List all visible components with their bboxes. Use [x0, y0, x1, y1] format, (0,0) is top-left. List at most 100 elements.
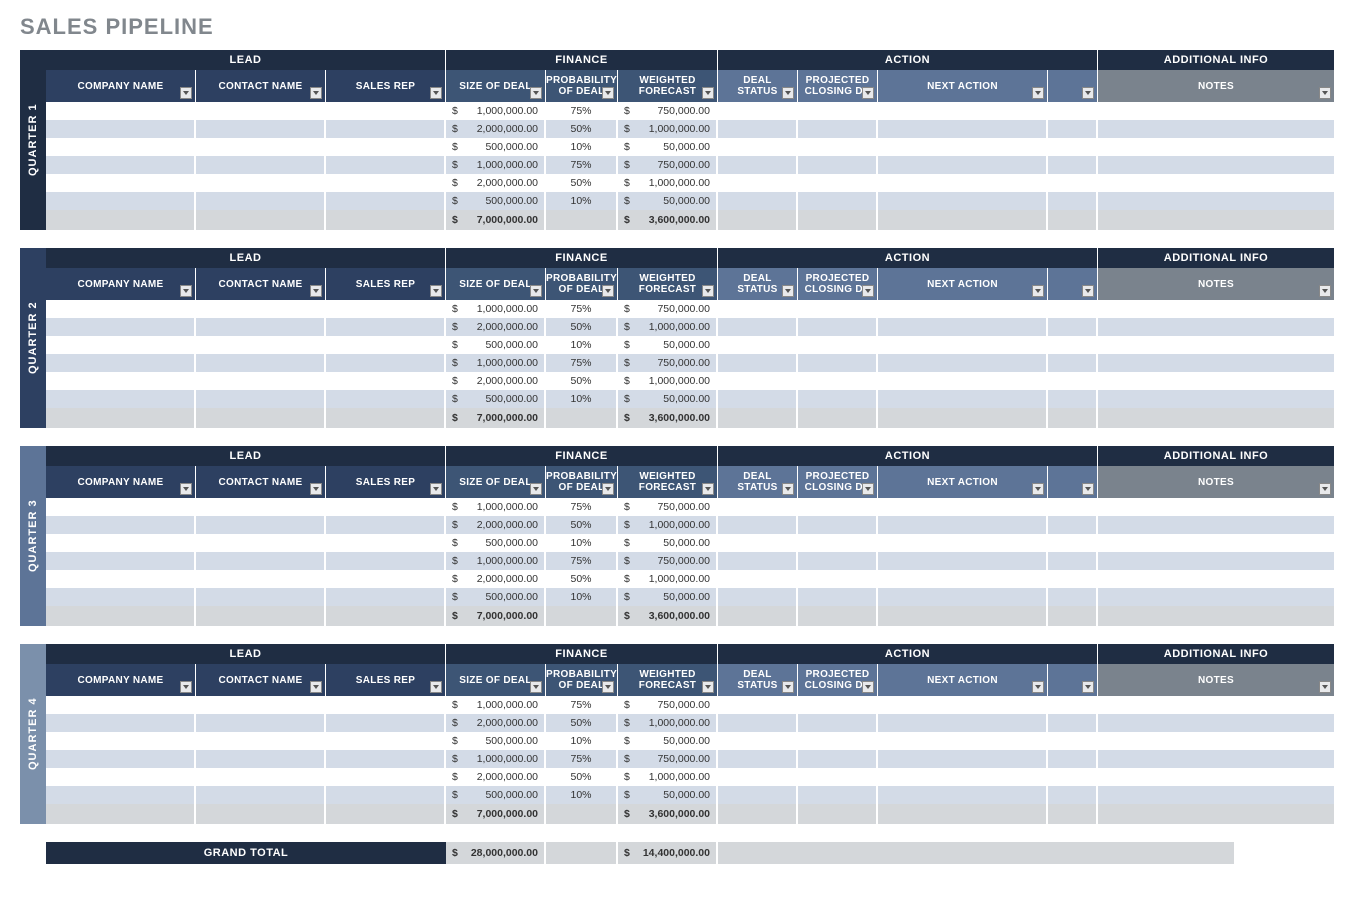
cell-size[interactable]: $500,000.00 — [446, 588, 546, 606]
cell-size[interactable]: $1,000,000.00 — [446, 552, 546, 570]
filter-dropdown-icon[interactable] — [1032, 285, 1044, 297]
filter-dropdown-icon[interactable] — [702, 87, 714, 99]
cell-prob[interactable]: 10% — [546, 732, 618, 750]
filter-dropdown-icon[interactable] — [702, 483, 714, 495]
cell-forecast[interactable]: $50,000.00 — [618, 588, 718, 606]
cell-notes[interactable] — [1098, 786, 1334, 804]
cell-company[interactable] — [46, 786, 196, 804]
column-header-company[interactable]: COMPANY NAME — [46, 70, 196, 102]
filter-dropdown-icon[interactable] — [1082, 681, 1094, 693]
cell-company[interactable] — [46, 570, 196, 588]
column-header-status[interactable]: DEAL STATUS — [718, 268, 798, 300]
column-header-closing[interactable]: PROJECTED CLOSING DA — [798, 70, 878, 102]
cell-next[interactable] — [878, 192, 1048, 210]
column-header-next[interactable]: NEXT ACTION — [878, 268, 1048, 300]
cell-notes[interactable] — [1098, 390, 1334, 408]
cell-prob[interactable]: 75% — [546, 300, 618, 318]
column-header-prob[interactable]: PROBABILITY OF DEAL — [546, 268, 618, 300]
cell-forecast[interactable]: $750,000.00 — [618, 102, 718, 120]
cell-notes[interactable] — [1098, 570, 1334, 588]
cell-closing[interactable] — [798, 120, 878, 138]
column-header-prob[interactable]: PROBABILITY OF DEAL — [546, 70, 618, 102]
cell-notes[interactable] — [1098, 174, 1334, 192]
cell-forecast[interactable]: $750,000.00 — [618, 300, 718, 318]
cell-notes[interactable] — [1098, 354, 1334, 372]
cell-rep[interactable] — [326, 732, 446, 750]
cell-rep[interactable] — [326, 750, 446, 768]
filter-dropdown-icon[interactable] — [1032, 483, 1044, 495]
cell-closing[interactable] — [798, 696, 878, 714]
cell-blank[interactable] — [1048, 750, 1098, 768]
column-header-blank[interactable] — [1048, 466, 1098, 498]
cell-forecast[interactable]: $1,000,000.00 — [618, 120, 718, 138]
cell-contact[interactable] — [196, 768, 326, 786]
cell-status[interactable] — [718, 336, 798, 354]
cell-size[interactable]: $2,000,000.00 — [446, 174, 546, 192]
cell-notes[interactable] — [1098, 516, 1334, 534]
cell-company[interactable] — [46, 372, 196, 390]
filter-dropdown-icon[interactable] — [782, 285, 794, 297]
filter-dropdown-icon[interactable] — [1319, 285, 1331, 297]
cell-rep[interactable] — [326, 588, 446, 606]
cell-forecast[interactable]: $50,000.00 — [618, 786, 718, 804]
cell-size[interactable]: $2,000,000.00 — [446, 570, 546, 588]
cell-closing[interactable] — [798, 516, 878, 534]
cell-prob[interactable]: 75% — [546, 696, 618, 714]
cell-size[interactable]: $500,000.00 — [446, 534, 546, 552]
cell-contact[interactable] — [196, 498, 326, 516]
cell-blank[interactable] — [1048, 300, 1098, 318]
cell-forecast[interactable]: $750,000.00 — [618, 552, 718, 570]
cell-next[interactable] — [878, 714, 1048, 732]
cell-size[interactable]: $2,000,000.00 — [446, 318, 546, 336]
column-header-status[interactable]: DEAL STATUS — [718, 466, 798, 498]
cell-notes[interactable] — [1098, 300, 1334, 318]
cell-closing[interactable] — [798, 390, 878, 408]
column-header-size[interactable]: SIZE OF DEAL — [446, 466, 546, 498]
cell-blank[interactable] — [1048, 156, 1098, 174]
cell-forecast[interactable]: $50,000.00 — [618, 336, 718, 354]
column-header-contact[interactable]: CONTACT NAME — [196, 268, 326, 300]
cell-status[interactable] — [718, 300, 798, 318]
cell-company[interactable] — [46, 102, 196, 120]
cell-company[interactable] — [46, 336, 196, 354]
column-header-forecast[interactable]: WEIGHTED FORECAST — [618, 70, 718, 102]
column-header-contact[interactable]: CONTACT NAME — [196, 466, 326, 498]
cell-next[interactable] — [878, 768, 1048, 786]
cell-company[interactable] — [46, 120, 196, 138]
cell-blank[interactable] — [1048, 732, 1098, 750]
cell-company[interactable] — [46, 192, 196, 210]
cell-size[interactable]: $500,000.00 — [446, 390, 546, 408]
cell-blank[interactable] — [1048, 390, 1098, 408]
filter-dropdown-icon[interactable] — [180, 87, 192, 99]
cell-status[interactable] — [718, 534, 798, 552]
cell-closing[interactable] — [798, 786, 878, 804]
cell-blank[interactable] — [1048, 570, 1098, 588]
cell-forecast[interactable]: $1,000,000.00 — [618, 318, 718, 336]
cell-rep[interactable] — [326, 786, 446, 804]
cell-status[interactable] — [718, 102, 798, 120]
cell-notes[interactable] — [1098, 120, 1334, 138]
cell-closing[interactable] — [798, 318, 878, 336]
cell-blank[interactable] — [1048, 138, 1098, 156]
cell-closing[interactable] — [798, 354, 878, 372]
column-header-notes[interactable]: NOTES — [1098, 466, 1334, 498]
column-header-notes[interactable]: NOTES — [1098, 268, 1334, 300]
filter-dropdown-icon[interactable] — [430, 681, 442, 693]
cell-forecast[interactable]: $1,000,000.00 — [618, 570, 718, 588]
cell-notes[interactable] — [1098, 732, 1334, 750]
cell-contact[interactable] — [196, 102, 326, 120]
cell-contact[interactable] — [196, 516, 326, 534]
cell-status[interactable] — [718, 732, 798, 750]
cell-closing[interactable] — [798, 588, 878, 606]
column-header-forecast[interactable]: WEIGHTED FORECAST — [618, 664, 718, 696]
filter-dropdown-icon[interactable] — [530, 87, 542, 99]
cell-closing[interactable] — [798, 750, 878, 768]
column-header-size[interactable]: SIZE OF DEAL — [446, 664, 546, 696]
cell-next[interactable] — [878, 588, 1048, 606]
cell-closing[interactable] — [798, 102, 878, 120]
filter-dropdown-icon[interactable] — [1032, 87, 1044, 99]
cell-blank[interactable] — [1048, 372, 1098, 390]
cell-next[interactable] — [878, 138, 1048, 156]
filter-dropdown-icon[interactable] — [180, 483, 192, 495]
cell-company[interactable] — [46, 588, 196, 606]
